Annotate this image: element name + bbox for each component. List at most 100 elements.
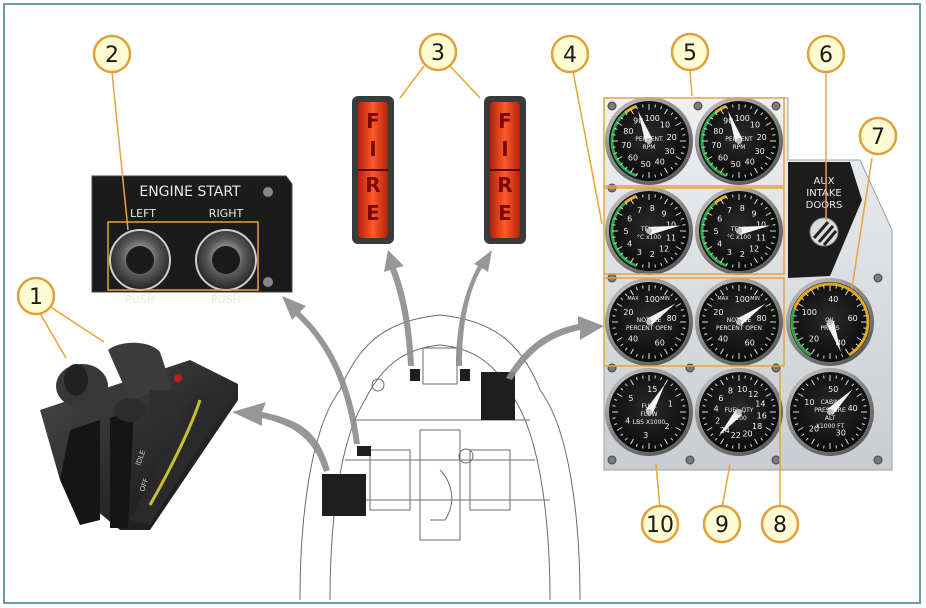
throttle-grip-lower: [114, 398, 146, 422]
gauge-caption: RPM: [643, 144, 656, 151]
gauge-tick-label: 20: [713, 308, 723, 317]
gauge-tick-label: 60: [848, 314, 858, 323]
gauge-tick: [654, 355, 656, 359]
gauge-tick: [823, 285, 825, 289]
leader-9: [721, 463, 731, 509]
leader-5: [689, 69, 693, 97]
callout-number: 8: [773, 513, 787, 538]
gauge-tick: [682, 236, 686, 238]
control-stick: [430, 469, 453, 521]
gauge-tick: [772, 315, 776, 317]
gauge-tick: [744, 194, 746, 198]
gauge-tick: [772, 327, 776, 329]
gauge-temp-right: 89101112234567TEMP°C x100: [695, 187, 783, 275]
gauge-tick-label: 8: [650, 204, 655, 213]
gauge-tick-label: 20: [667, 133, 677, 142]
right-start-button-cap: [212, 246, 240, 274]
gauge-tick: [612, 224, 616, 226]
callout-number: 6: [819, 43, 833, 68]
gauge-tick-label: 2: [715, 417, 720, 426]
gauge-tick-label: 40: [718, 334, 728, 343]
gauge-tick-label: 40: [848, 404, 858, 413]
gauge-tick: [732, 445, 734, 449]
gauge-tick: [642, 264, 644, 268]
gauge-caption: PERCENT OPEN: [626, 325, 672, 332]
gauge-tick: [863, 327, 867, 329]
callout-number: 3: [431, 41, 445, 66]
gauge-tick: [732, 104, 734, 108]
gauge-tick: [612, 405, 616, 407]
gauge-tick: [702, 315, 706, 317]
panel-screw: [685, 363, 695, 373]
gauge-tick: [744, 445, 746, 449]
gauge-tick: [642, 194, 644, 198]
throttle-red-button[interactable]: [174, 374, 182, 382]
throttle-quadrant: IDLE OFF: [40, 342, 238, 530]
gauge-hub: [646, 319, 652, 325]
gauge-tick: [863, 315, 867, 317]
gauge-tick-label: 50: [731, 160, 741, 169]
callout-6: 6: [806, 34, 846, 74]
gauge-tick: [702, 134, 706, 136]
leader-3b: [449, 65, 481, 99]
gauge-tick: [744, 174, 746, 178]
gauge-tick-label: 80: [623, 127, 633, 136]
gauge-rpm-left: 100102030405060708090PERCENTRPM: [605, 97, 693, 185]
callout-number: 9: [715, 513, 729, 538]
center-console: [419, 429, 461, 541]
gauge-tick: [682, 327, 686, 329]
gauge-tick-label: 3: [727, 248, 732, 257]
gauge-hub: [736, 138, 742, 144]
gauge-tick: [732, 194, 734, 198]
control-stick-grip: [458, 448, 474, 464]
gauge-tick-label: 60: [655, 338, 665, 347]
gauge-tick: [654, 375, 656, 379]
gauge-tick: [654, 264, 656, 268]
gauge-tick-label: 18: [752, 422, 762, 431]
gauge-tick: [793, 417, 797, 419]
cockpit-canopy-line: [299, 314, 581, 601]
engine-start-title: ENGINE START: [139, 184, 241, 200]
callout-number: 10: [646, 513, 674, 538]
callout-number: 5: [683, 41, 697, 66]
gauge-hub: [736, 319, 742, 325]
arrow-to-instruments: [506, 316, 604, 380]
gauge-tick: [835, 375, 837, 379]
gauge-tick: [642, 375, 644, 379]
gauge-tick: [732, 174, 734, 178]
aux-panel-line3: DOORS: [806, 200, 843, 211]
gauge-tick: [642, 355, 644, 359]
panel-screw: [771, 101, 781, 111]
gauge-tick: [772, 417, 776, 419]
gauge-tick-label: 6: [717, 215, 722, 224]
engine-start-left-label: LEFT: [130, 207, 156, 220]
gauge-tick-label: 16: [757, 411, 767, 420]
gauge-tick-label: 100: [645, 114, 660, 123]
gauge-tick: [744, 375, 746, 379]
gauge-tick: [823, 355, 825, 359]
panel-screw: [263, 277, 273, 287]
gauge-tick: [642, 104, 644, 108]
gauge-tick: [863, 417, 867, 419]
gauge-tick: [702, 224, 706, 226]
gauge-tick-label: 7: [637, 206, 642, 215]
panel-screw: [771, 455, 781, 465]
gauge-tick: [654, 285, 656, 289]
gauge-tick-label: 9: [662, 210, 667, 219]
gauge-tick-label: 6: [718, 394, 723, 403]
gauge-tick-label: 60: [745, 338, 755, 347]
gauge-tick-label: 1: [668, 399, 673, 408]
gauge-tick: [702, 327, 706, 329]
callout-1: 1: [16, 276, 56, 316]
gauge-tick: [732, 264, 734, 268]
glareshield-box: [422, 347, 458, 385]
callout-7: 7: [858, 116, 898, 156]
gauge-tick-label: 40: [828, 295, 838, 304]
callout-number: 4: [563, 43, 577, 68]
gauge-cluster: 100102030405060708090PERCENTRPM100102030…: [605, 97, 883, 465]
gauge-hub: [646, 409, 652, 415]
throttle-location-marker: [322, 474, 366, 516]
gauge-tick-label: 8: [740, 204, 745, 213]
panel-screw: [771, 363, 781, 373]
right-seat-panel: [469, 449, 511, 511]
